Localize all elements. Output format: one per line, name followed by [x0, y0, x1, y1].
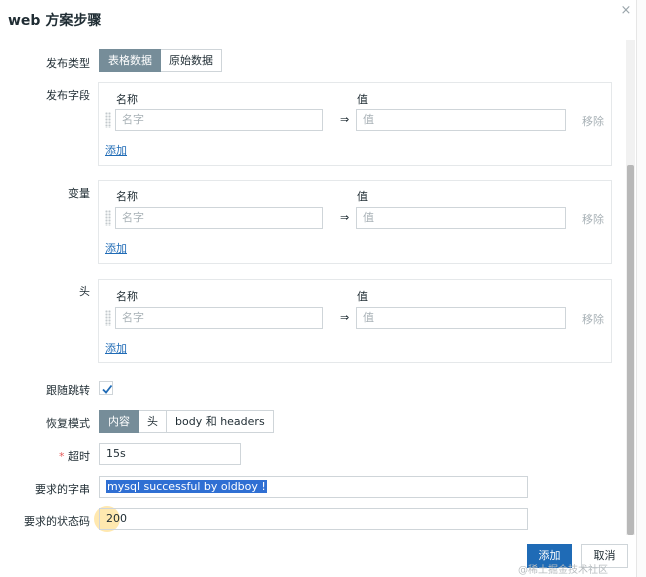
- web-scenario-step-dialog: web 方案步骤 × 发布类型 表格数据 原始数据 发布字段 名称 值 名字 ⇒…: [0, 0, 646, 577]
- variables-table: 名称 值 名字 ⇒ 值 移除 添加: [98, 180, 612, 264]
- variables-label: 变量: [68, 187, 90, 200]
- drag-handle-icon[interactable]: [105, 310, 111, 326]
- header-remove-link[interactable]: 移除: [582, 311, 604, 327]
- required-string-selected-text: mysql successful by oldboy !: [106, 480, 267, 493]
- checkmark-icon: [102, 384, 113, 394]
- header-name-input[interactable]: 名字: [115, 307, 323, 329]
- follow-redirects-label: 跟随跳转: [46, 384, 90, 397]
- maps-to-arrow-icon: ⇒: [340, 113, 350, 126]
- dialog-title: web 方案步骤: [8, 13, 102, 29]
- scrollbar-thumb[interactable]: [627, 165, 634, 535]
- variables-name-header: 名称: [116, 190, 138, 203]
- headers-table: 名称 值 名字 ⇒ 值 移除 添加: [98, 279, 612, 363]
- headers-name-header: 名称: [116, 290, 138, 303]
- post-fields-name-header: 名称: [116, 93, 138, 106]
- post-type-raw-data-option[interactable]: 原始数据: [161, 49, 222, 72]
- required-string-label: 要求的字串: [35, 483, 90, 496]
- required-asterisk: *: [59, 450, 65, 463]
- post-field-value-input[interactable]: 值: [356, 109, 566, 131]
- post-fields-label: 发布字段: [46, 89, 90, 102]
- close-icon[interactable]: ×: [619, 4, 633, 18]
- watermark: @稀土掘金技术社区: [518, 565, 608, 576]
- window-edge: [636, 0, 646, 577]
- post-type-label: 发布类型: [46, 57, 90, 70]
- required-status-codes-input[interactable]: 200: [99, 508, 528, 530]
- header-value-input[interactable]: 值: [356, 307, 566, 329]
- post-type-segmented: 表格数据 原始数据: [99, 49, 222, 72]
- post-field-name-input[interactable]: 名字: [115, 109, 323, 131]
- headers-label: 头: [79, 285, 90, 298]
- variables-value-header: 值: [357, 190, 368, 203]
- maps-to-arrow-icon: ⇒: [340, 211, 350, 224]
- retrieve-mode-body-option[interactable]: 内容: [99, 410, 139, 433]
- headers-value-header: 值: [357, 290, 368, 303]
- variable-name-input[interactable]: 名字: [115, 207, 323, 229]
- required-status-codes-label: 要求的状态码: [24, 515, 90, 528]
- post-type-form-data-option[interactable]: 表格数据: [99, 49, 161, 72]
- follow-redirects-checkbox[interactable]: [99, 381, 113, 395]
- retrieve-mode-body-and-headers-option[interactable]: body 和 headers: [167, 410, 274, 433]
- required-string-input[interactable]: mysql successful by oldboy !: [99, 476, 528, 498]
- maps-to-arrow-icon: ⇒: [340, 311, 350, 324]
- retrieve-mode-segmented: 内容 头 body 和 headers: [99, 410, 274, 433]
- timeout-label-row: * 超时: [30, 448, 90, 464]
- post-field-add-link[interactable]: 添加: [105, 142, 127, 158]
- timeout-input[interactable]: 15s: [99, 443, 241, 465]
- variable-value-input[interactable]: 值: [356, 207, 566, 229]
- retrieve-mode-label: 恢复模式: [46, 417, 90, 430]
- retrieve-mode-headers-option[interactable]: 头: [139, 410, 167, 433]
- post-fields-table: 名称 值 名字 ⇒ 值 移除 添加: [98, 82, 612, 166]
- post-fields-value-header: 值: [357, 93, 368, 106]
- drag-handle-icon[interactable]: [105, 112, 111, 128]
- header-add-link[interactable]: 添加: [105, 340, 127, 356]
- timeout-label: 超时: [68, 450, 90, 463]
- variable-remove-link[interactable]: 移除: [582, 211, 604, 227]
- post-field-remove-link[interactable]: 移除: [582, 113, 604, 129]
- drag-handle-icon[interactable]: [105, 210, 111, 226]
- variable-add-link[interactable]: 添加: [105, 240, 127, 256]
